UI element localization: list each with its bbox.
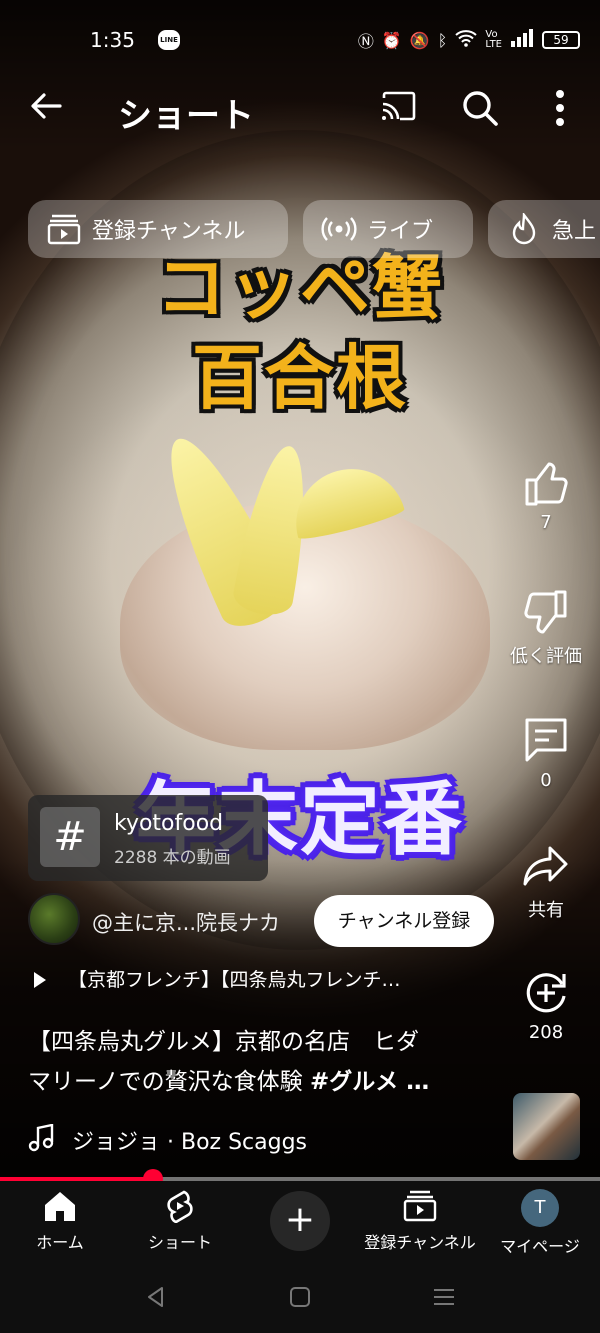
like-count: 7 [540,512,552,533]
status-time: 1:35 [90,28,135,52]
line-app-icon: LINE [158,30,180,50]
system-home-icon[interactable] [288,1285,312,1309]
music-row[interactable]: ジョジョ · Boz Scaggs [28,1122,498,1156]
dislike-label: 低く評価 [510,646,582,667]
subscriptions-icon [403,1190,437,1222]
hashtag-link[interactable]: #グルメ … [310,1069,429,1095]
subscribe-button[interactable]: チャンネル登録 [314,895,494,947]
mute-icon: 🔕 [409,30,430,50]
live-icon [321,213,357,245]
search-icon[interactable] [460,88,500,128]
thumb-down-icon [524,590,567,634]
comment-icon [525,718,567,762]
dislike-button[interactable]: 低く評価 [506,588,586,668]
channel-row: @主に京...院長ナカ チャンネル登録 [28,893,498,949]
nav-shorts-label: ショート [147,1233,212,1252]
hashtag-name: kyotofood [114,811,224,836]
status-bar: 1:35 LINE Ⓝ ⏰ 🔕 ᛒ Vo LTE 59 [0,0,600,80]
video-caption-line-2: 百合根 [192,337,408,419]
top-app-bar: ショート [0,80,600,136]
music-title: ジョジョ · Boz Scaggs [72,1130,308,1155]
subscriptions-icon [46,213,82,245]
nav-mypage[interactable]: T マイページ [480,1189,600,1257]
description-line-2: マリーノでの贅沢な食体験 #グルメ … [28,1062,498,1102]
nav-shorts[interactable]: ショート [120,1189,240,1253]
comment-count: 0 [540,770,552,791]
alarm-icon: ⏰ [381,30,402,50]
nav-home[interactable]: ホーム [0,1189,120,1253]
remix-icon [526,973,566,1013]
like-button[interactable]: 7 [506,458,586,533]
chip-label: 登録チャンネル [92,219,246,244]
system-recents-icon[interactable] [432,1285,456,1309]
description-line-1: 【四条烏丸グルメ】京都の名店 ヒダ [28,1029,419,1055]
thumb-up-icon [525,462,568,506]
create-button[interactable]: + [270,1191,330,1251]
status-icons: Ⓝ ⏰ 🔕 ᛒ Vo LTE 59 [358,28,580,52]
share-button[interactable]: 共有 [506,842,586,922]
chip-live[interactable]: ライブ [303,200,473,258]
chip-subscriptions[interactable]: 登録チャンネル [28,200,288,258]
hashtag-video-count: 2288 本の動画 [114,848,231,868]
music-note-icon [28,1123,54,1152]
filter-chips: 登録チャンネル ライブ 急上 [28,200,600,258]
chip-trending[interactable]: 急上 [488,200,600,258]
trending-icon [506,211,542,245]
remix-button[interactable]: 208 [506,968,586,1043]
volte-icon: Vo LTE [485,29,502,50]
system-back-icon[interactable] [144,1285,168,1309]
related-video-title: 【京都フレンチ】【四条烏丸フレンチ… [68,969,401,991]
description-text: マリーノでの贅沢な食体験 [28,1069,310,1095]
shorts-icon [167,1190,193,1223]
nfc-icon: Ⓝ [357,32,374,51]
hashtag-card[interactable]: # kyotofood 2288 本の動画 [28,795,268,881]
related-video-link[interactable]: 【京都フレンチ】【四条烏丸フレンチ… [34,965,494,992]
back-arrow-icon[interactable] [26,86,66,126]
battery-icon: 59 [542,31,580,49]
user-avatar: T [521,1189,559,1227]
remix-count: 208 [528,1022,564,1043]
share-icon [523,846,568,886]
system-navigation-bar [0,1261,600,1333]
home-icon [45,1192,75,1221]
channel-avatar[interactable] [28,893,80,945]
bottom-navigation: ホーム ショート + 登録チャンネル T マイページ [0,1181,600,1261]
music-album-thumbnail[interactable] [513,1093,580,1160]
signal-icon [510,29,534,51]
more-vert-icon[interactable] [548,86,572,130]
hashtag-icon: # [40,807,100,867]
nav-mypage-label: マイページ [500,1237,580,1256]
bluetooth-icon: ᛒ [437,30,448,50]
cast-icon[interactable] [380,90,418,122]
play-icon [34,972,46,988]
nav-home-label: ホーム [36,1233,84,1252]
nav-subscriptions[interactable]: 登録チャンネル [360,1189,480,1253]
chip-label: 急上 [552,219,597,244]
wifi-icon [455,29,478,51]
chip-label: ライブ [367,219,434,244]
share-label: 共有 [528,900,564,921]
page-title: ショート [118,96,254,136]
comments-button[interactable]: 0 [506,716,586,791]
video-description[interactable]: 【四条烏丸グルメ】京都の名店 ヒダ マリーノでの贅沢な食体験 #グルメ … [28,1022,498,1102]
channel-name[interactable]: @主に京...院長ナカ [92,907,280,937]
nav-subscriptions-label: 登録チャンネル [364,1233,476,1252]
